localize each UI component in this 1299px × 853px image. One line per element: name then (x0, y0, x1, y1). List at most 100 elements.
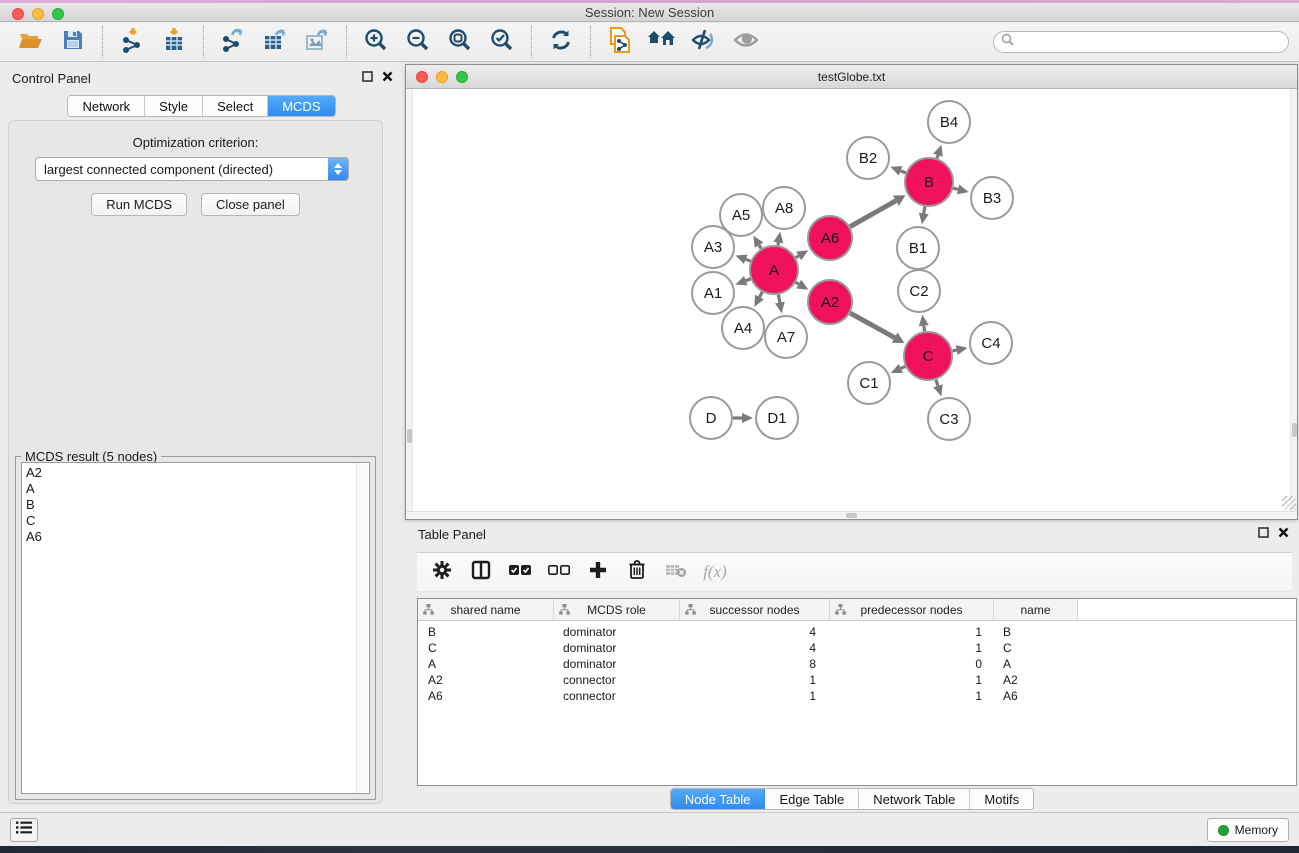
home-button[interactable] (641, 25, 683, 59)
close-panel-icon[interactable] (1278, 526, 1289, 541)
memory-button[interactable]: Memory (1207, 818, 1289, 842)
table-mode-button[interactable] (466, 557, 496, 587)
graph-node-C3[interactable]: C3 (928, 398, 970, 440)
graph-node-A[interactable]: A (750, 246, 798, 294)
graph-node-A5[interactable]: A5 (720, 194, 762, 236)
table-row[interactable]: A2connector11A2 (418, 672, 1296, 688)
float-panel-icon[interactable] (1258, 526, 1269, 541)
graph-node-C4[interactable]: C4 (970, 322, 1012, 364)
zoom-in-button[interactable] (355, 25, 397, 59)
graph-edge-A-A2[interactable] (796, 280, 809, 290)
graph-edge-B-B4[interactable] (933, 145, 942, 159)
tab-network[interactable]: Network (68, 96, 145, 116)
delete-columns-button[interactable] (622, 557, 652, 587)
graph-edge-B-B1[interactable] (919, 207, 929, 225)
graph-edge-A-A4[interactable] (754, 292, 764, 307)
delete-table-button[interactable] (661, 557, 691, 587)
graph-edge-C-C2[interactable] (919, 315, 929, 331)
result-item[interactable]: A6 (26, 529, 369, 545)
tab-motifs[interactable]: Motifs (970, 789, 1033, 809)
tab-network-table[interactable]: Network Table (859, 789, 970, 809)
mcds-result-list[interactable]: A2ABCA6 (21, 462, 370, 794)
add-column-button[interactable] (583, 557, 613, 587)
result-item[interactable]: A2 (26, 465, 369, 481)
deselect-all-button[interactable] (544, 557, 574, 587)
graph-node-B2[interactable]: B2 (847, 137, 889, 179)
open-session-button[interactable] (10, 25, 52, 59)
import-table-button[interactable] (153, 25, 195, 59)
result-item[interactable]: C (26, 513, 369, 529)
graph-node-A8[interactable]: A8 (763, 187, 805, 229)
network-window-titlebar[interactable]: testGlobe.txt (406, 65, 1297, 89)
minimize-window-button[interactable] (32, 8, 44, 20)
column-header-successor-nodes[interactable]: successor nodes (680, 599, 830, 621)
close-panel-icon[interactable] (382, 70, 393, 85)
graph-node-B1[interactable]: B1 (897, 227, 939, 269)
graph-edge-A2-C[interactable] (850, 313, 904, 343)
network-hscrollbar[interactable] (406, 511, 1297, 519)
import-network-button[interactable] (111, 25, 153, 59)
tab-edge-table[interactable]: Edge Table (765, 789, 859, 809)
table-row[interactable]: Cdominator41C (418, 640, 1296, 656)
graph-edge-A-A1[interactable] (735, 276, 750, 285)
minimize-network-button[interactable] (436, 71, 448, 83)
network-graph[interactable]: AA1A2A3A4A5A6A7A8BB1B2B3B4CC1C2C3C4DD1 (406, 89, 1297, 511)
table-row[interactable]: A6connector11A6 (418, 688, 1296, 704)
function-builder-button[interactable]: f(x) (700, 557, 730, 587)
graph-edge-B-B2[interactable] (890, 166, 905, 175)
window-resize-grip[interactable] (1282, 496, 1296, 510)
table-row[interactable]: Adominator80A (418, 656, 1296, 672)
export-table-button[interactable] (254, 25, 296, 59)
graph-node-A7[interactable]: A7 (765, 316, 807, 358)
result-item[interactable]: B (26, 497, 369, 513)
graph-node-C2[interactable]: C2 (898, 270, 940, 312)
graph-edge-C-C3[interactable] (933, 380, 942, 397)
zoom-fit-button[interactable] (439, 25, 481, 59)
graph-node-B[interactable]: B (905, 158, 953, 206)
result-item[interactable]: A (26, 481, 369, 497)
select-all-button[interactable] (505, 557, 535, 587)
column-header-predecessor-nodes[interactable]: predecessor nodes (830, 599, 994, 621)
criterion-dropdown[interactable]: largest connected component (directed) (35, 157, 349, 181)
zoom-out-button[interactable] (397, 25, 439, 59)
graph-edge-D-D1[interactable] (733, 413, 753, 423)
network-from-selection-button[interactable] (599, 25, 641, 59)
search-input[interactable] (1019, 35, 1288, 49)
graph-edge-C-C1[interactable] (891, 364, 905, 373)
graph-edge-B-B3[interactable] (953, 185, 969, 195)
tab-style[interactable]: Style (145, 96, 203, 116)
graph-node-B3[interactable]: B3 (971, 177, 1013, 219)
close-panel-button[interactable]: Close panel (201, 193, 300, 216)
graph-node-A6[interactable]: A6 (808, 216, 852, 260)
network-canvas[interactable]: AA1A2A3A4A5A6A7A8BB1B2B3B4CC1C2C3C4DD1 (406, 89, 1297, 511)
graph-edge-A-A8[interactable] (773, 232, 783, 246)
vscroll-thumb[interactable] (1292, 423, 1297, 437)
refresh-button[interactable] (540, 25, 582, 59)
graph-node-A1[interactable]: A1 (692, 272, 734, 314)
float-panel-icon[interactable] (362, 70, 373, 85)
result-list-scrollbar[interactable] (356, 463, 369, 793)
column-header-MCDS-role[interactable]: MCDS role (554, 599, 680, 621)
search-field[interactable] (993, 31, 1289, 53)
graph-edge-A-A3[interactable] (735, 255, 750, 264)
graph-node-B4[interactable]: B4 (928, 101, 970, 143)
table-row[interactable]: Bdominator41B (418, 624, 1296, 640)
hide-graphics-details-button[interactable] (683, 25, 725, 59)
graph-edge-A-A6[interactable] (796, 250, 809, 260)
close-window-button[interactable] (12, 8, 24, 20)
graph-node-D[interactable]: D (690, 397, 732, 439)
run-mcds-button[interactable]: Run MCDS (91, 193, 187, 216)
save-session-button[interactable] (52, 25, 94, 59)
graph-edge-A6-B[interactable] (850, 195, 905, 226)
zoom-selected-button[interactable] (481, 25, 523, 59)
tab-mcds[interactable]: MCDS (268, 96, 334, 116)
graph-node-C1[interactable]: C1 (848, 362, 890, 404)
show-graphics-details-button[interactable] (725, 25, 767, 59)
zoom-window-button[interactable] (52, 8, 64, 20)
hscroll-thumb[interactable] (846, 513, 857, 518)
column-settings-button[interactable] (427, 557, 457, 587)
export-network-button[interactable] (212, 25, 254, 59)
network-vscrollbar-right[interactable] (1290, 89, 1297, 511)
graph-node-A2[interactable]: A2 (808, 280, 852, 324)
graph-edge-A-A7[interactable] (775, 295, 785, 314)
